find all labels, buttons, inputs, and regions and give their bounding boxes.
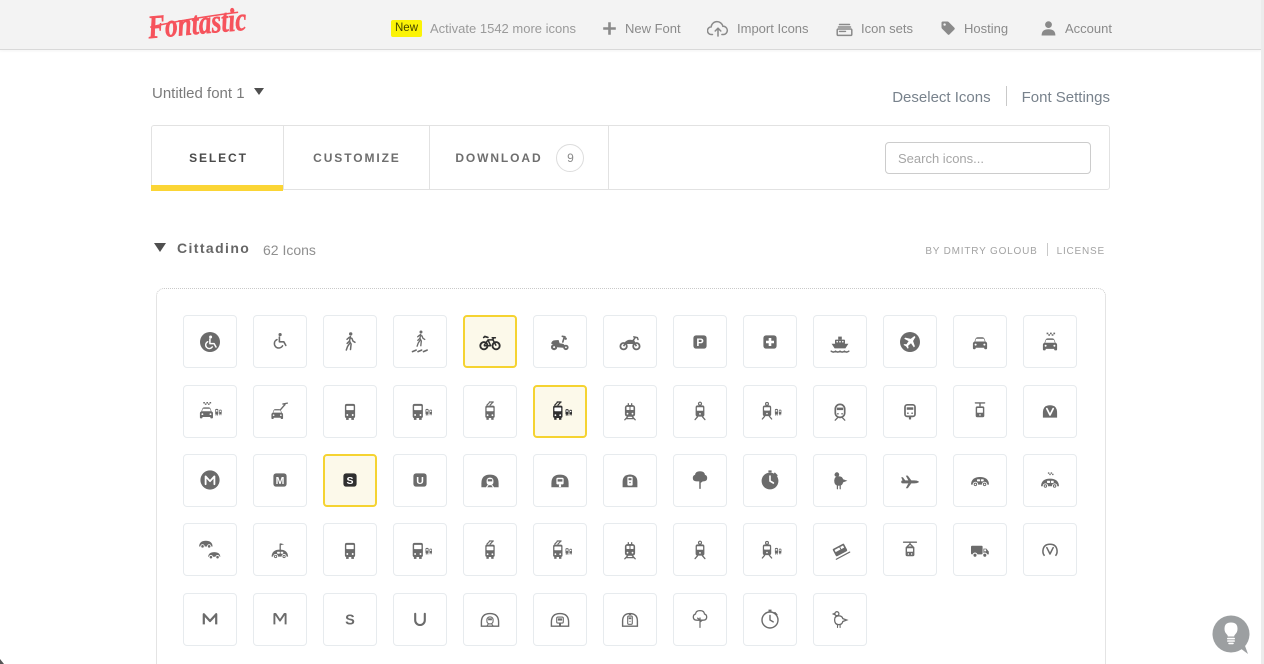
svg-text:M: M: [276, 475, 285, 487]
svg-text:U: U: [416, 475, 424, 487]
svg-text:S: S: [345, 613, 355, 629]
svg-text:P: P: [696, 337, 703, 349]
svg-text:S: S: [346, 475, 353, 487]
